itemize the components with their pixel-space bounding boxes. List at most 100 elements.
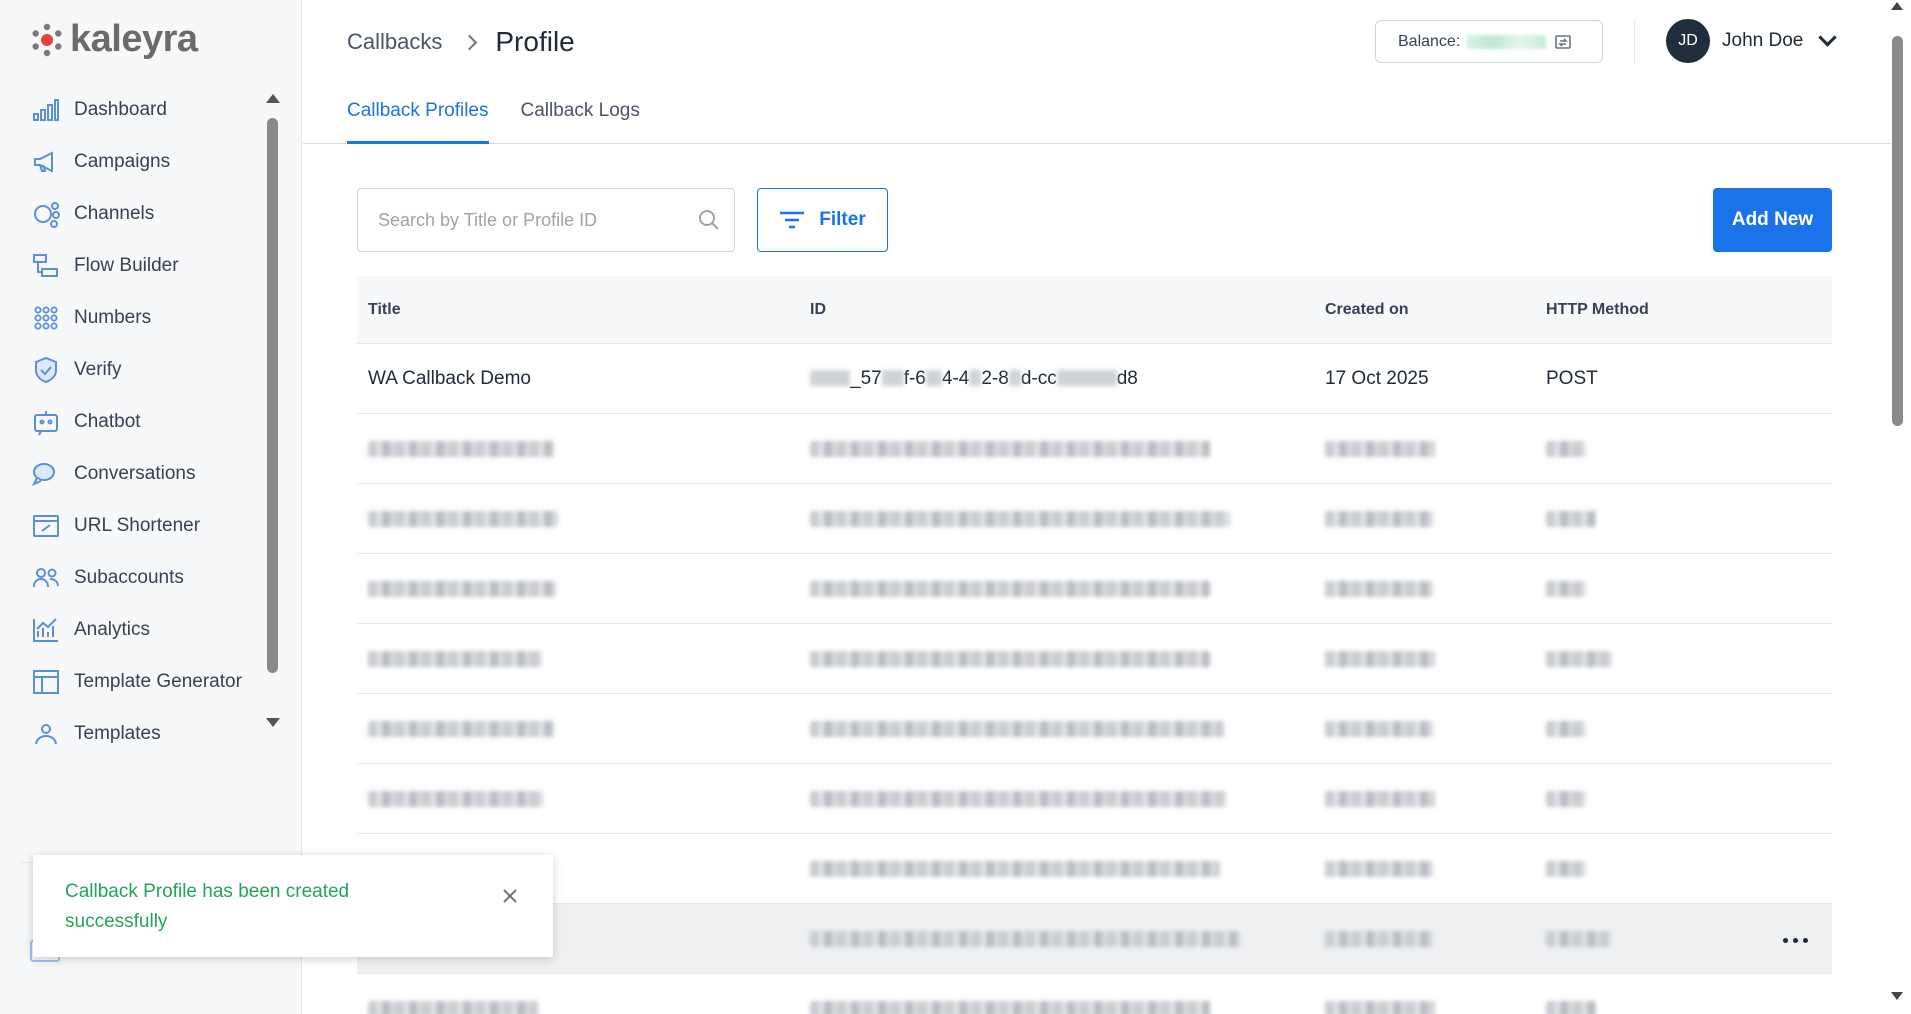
add-new-button[interactable]: Add New <box>1713 188 1832 252</box>
sidebar-item-numbers[interactable]: Numbers <box>0 292 265 344</box>
sidebar-item-chatbot[interactable]: Chatbot <box>0 396 265 448</box>
table-row-redacted[interactable] <box>357 554 1832 624</box>
row-title: WA Callback Demo <box>368 367 531 389</box>
redacted-title <box>368 790 544 807</box>
redacted-title <box>368 580 556 597</box>
user-name: John Doe <box>1722 30 1804 51</box>
close-icon[interactable] <box>501 887 519 905</box>
sidebar-item-template-generator[interactable]: Template Generator <box>0 656 265 708</box>
tab-callback-logs[interactable]: Callback Logs <box>521 84 640 144</box>
filter-button[interactable]: Filter <box>757 188 888 252</box>
dashboard-icon <box>30 94 62 126</box>
sidebar-item-verify[interactable]: Verify <box>0 344 265 396</box>
table-row-redacted[interactable] <box>357 974 1832 1014</box>
redacted-id <box>810 860 1220 877</box>
sidebar-item-dashboard[interactable]: Dashboard <box>0 84 265 136</box>
callback-profiles-table: Title ID Created on HTTP Method WA Callb… <box>357 276 1832 1014</box>
user-menu[interactable]: JD John Doe <box>1666 19 1838 63</box>
redacted-id <box>810 720 1224 737</box>
redacted-segment <box>1056 370 1117 387</box>
tab-callback-profiles[interactable]: Callback Profiles <box>347 84 489 144</box>
sidebar-item-templates[interactable]: Templates <box>0 708 265 744</box>
chevron-right-icon <box>462 34 478 50</box>
redacted-id <box>810 440 1210 457</box>
table-row-redacted[interactable] <box>357 624 1832 694</box>
sidebar-item-subaccounts[interactable]: Subaccounts <box>0 552 265 604</box>
redacted-segment <box>1008 370 1021 387</box>
row-id-part: _57 <box>850 367 882 389</box>
redacted-id <box>810 650 1210 667</box>
avatar: JD <box>1666 19 1710 63</box>
row-id-part: d8 <box>1116 367 1138 389</box>
flow-builder-icon <box>30 250 62 282</box>
sidebar-scroll-down-arrow-icon[interactable] <box>266 718 280 727</box>
success-toast: Callback Profile has been created succes… <box>33 855 553 957</box>
redacted-method <box>1546 440 1586 457</box>
redacted-date <box>1325 510 1433 527</box>
numbers-grid-icon <box>30 302 62 334</box>
row-id-part: 4-4 <box>941 367 970 389</box>
table-row[interactable]: WA Callback Demo _57 f-6 4-4 2-8 d-cc d8 17 O… <box>357 344 1832 414</box>
brand-name: kaleyra <box>70 18 198 60</box>
column-header-http-method: HTTP Method <box>1546 300 1649 318</box>
column-header-title: Title <box>368 300 401 318</box>
redacted-method <box>1546 510 1596 527</box>
table-row-redacted[interactable] <box>357 414 1832 484</box>
table-row-redacted[interactable] <box>357 764 1832 834</box>
sidebar-item-label: Numbers <box>74 307 152 328</box>
kaleyra-logo[interactable]: kaleyra <box>30 18 198 61</box>
sidebar-item-channels[interactable]: Channels <box>0 188 265 240</box>
sidebar-scroll-up-arrow-icon[interactable] <box>266 94 280 103</box>
table-row-hovered[interactable] <box>357 904 1832 974</box>
redacted-date <box>1325 1001 1435 1014</box>
sidebar-item-campaigns[interactable]: Campaigns <box>0 136 265 188</box>
refresh-icon[interactable] <box>1554 33 1572 51</box>
redacted-date <box>1325 440 1435 457</box>
page-scrollbar[interactable] <box>1892 36 1903 426</box>
sidebar-item-analytics[interactable]: Analytics <box>0 604 265 656</box>
link-icon <box>30 510 62 542</box>
row-created-on: 17 Oct 2025 <box>1325 367 1429 389</box>
sidebar-item-label: URL Shortener <box>74 515 201 536</box>
more-options-icon[interactable] <box>1783 938 1808 943</box>
redacted-title <box>368 650 542 667</box>
redacted-title <box>368 720 554 737</box>
layout-icon <box>30 666 62 698</box>
redacted-date <box>1325 790 1435 807</box>
table-header: Title ID Created on HTTP Method <box>357 276 1832 344</box>
redacted-method <box>1546 1001 1596 1014</box>
table-row-redacted[interactable] <box>357 694 1832 764</box>
templates-icon <box>30 718 62 744</box>
page-header: Callbacks Profile Balance: JD John Doe C… <box>303 0 1891 144</box>
table-row-redacted[interactable] <box>357 834 1832 904</box>
redacted-id <box>810 510 1230 527</box>
search-input[interactable] <box>378 209 678 231</box>
redacted-id <box>810 580 1210 597</box>
page-scroll-up-arrow-icon[interactable] <box>1891 2 1903 10</box>
breadcrumb-link-callbacks[interactable]: Callbacks <box>347 29 442 55</box>
table-row-redacted[interactable] <box>357 484 1832 554</box>
redacted-method <box>1546 720 1586 737</box>
redacted-id <box>810 930 1240 947</box>
row-id-part: f-6 <box>903 367 926 389</box>
balance-widget: Balance: <box>1375 20 1603 63</box>
sidebar-item-flow-builder[interactable]: Flow Builder <box>0 240 265 292</box>
balance-value-redacted <box>1466 34 1547 49</box>
sidebar-item-url-shortener[interactable]: URL Shortener <box>0 500 265 552</box>
redacted-id <box>810 1001 1210 1014</box>
sidebar-scrollbar[interactable] <box>267 118 278 673</box>
filter-icon <box>780 211 805 229</box>
redacted-date <box>1325 930 1433 947</box>
redacted-title <box>368 440 554 457</box>
sidebar-item-label: Templates <box>74 723 161 744</box>
search-icon[interactable] <box>698 209 720 231</box>
sidebar-item-conversations[interactable]: Conversations <box>0 448 265 500</box>
sidebar-item-label: Dashboard <box>74 99 167 120</box>
row-id: _57 f-6 4-4 2-8 d-cc d8 <box>810 368 1138 390</box>
redacted-method <box>1546 930 1612 947</box>
breadcrumb: Callbacks Profile <box>347 26 575 58</box>
shield-check-icon <box>30 354 62 386</box>
sidebar-item-label: Flow Builder <box>74 255 179 276</box>
redacted-date <box>1325 860 1433 877</box>
page-scroll-down-arrow-icon[interactable] <box>1891 992 1903 1000</box>
